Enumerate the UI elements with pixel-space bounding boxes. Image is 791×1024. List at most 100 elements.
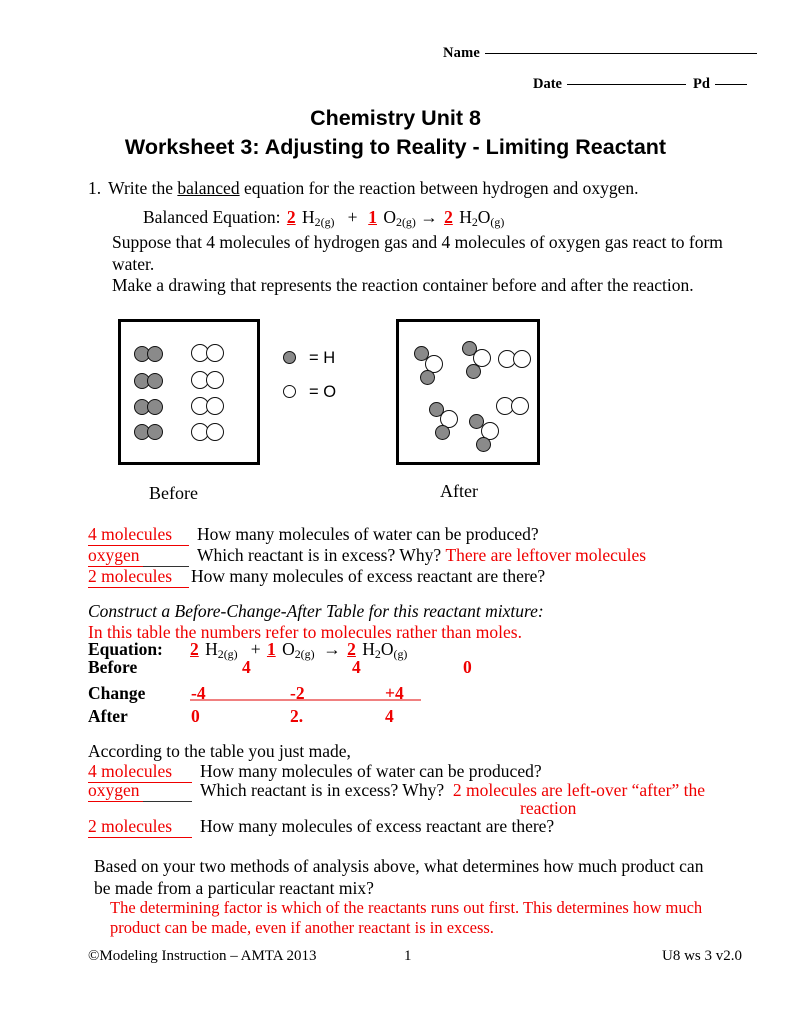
plus-sign: + (347, 207, 358, 227)
footer-copyright: ©Modeling Instruction – AMTA 2013 (88, 948, 317, 964)
oxygen-atom (513, 350, 531, 368)
footer-document-id: U8 ws 3 v2.0 (662, 948, 743, 964)
reaction-arrow: → (420, 207, 438, 227)
bca-row-before: Before 4 4 0 (88, 657, 728, 679)
table-answer-row-2: oxygen Which reactant is in excess? Why? … (88, 780, 705, 802)
before-reaction-container (118, 319, 260, 465)
bca-row-change: Change -4 -2 +4 (88, 683, 728, 705)
hydrogen-atom (420, 370, 435, 385)
hydrogen-atom (469, 414, 484, 429)
table-question-1: How many molecules of water can be produ… (200, 761, 542, 781)
coefficient-h2[interactable]: 2 (287, 207, 296, 227)
oxygen-atom (206, 344, 224, 362)
oxygen-atom (206, 423, 224, 441)
oxygen-atom (206, 371, 224, 389)
bca-before-o2[interactable]: 4 (352, 657, 361, 678)
according-to-table-text: According to the table you just made, (88, 741, 351, 761)
hydrogen-atom (147, 346, 163, 362)
diagram-legend: = H = O (283, 348, 336, 416)
diagram-question-2: Which reactant is in excess? Why? (197, 545, 442, 565)
table-question-3: How many molecules of excess reactant ar… (200, 816, 555, 836)
bca-row-after: After 0 2. 4 (88, 706, 728, 728)
table-question-2: Which reactant is in excess? Why? (200, 780, 445, 800)
bca-before-h2[interactable]: 4 (242, 657, 251, 678)
suppose-paragraph: Suppose that 4 molecules of hydrogen gas… (112, 232, 723, 274)
oxygen-atom (511, 397, 529, 415)
diagram-answer-row-2: oxygen Which reactant is in excess? Why? … (88, 545, 646, 567)
balanced-equation-label: Balanced Equation: (143, 207, 281, 227)
oxygen-legend-icon (283, 385, 296, 398)
title-line-2: Worksheet 3: Adjusting to Reality - Limi… (124, 135, 667, 159)
coefficient-o2[interactable]: 1 (368, 207, 377, 227)
bca-after-o2[interactable]: 2. (290, 706, 303, 727)
hydrogen-atom (147, 373, 163, 389)
question-1-underlined-word: balanced (177, 178, 240, 198)
hydrogen-atom (462, 341, 477, 356)
hydrogen-atom (147, 424, 163, 440)
legend-oxygen-label: = O (309, 383, 337, 401)
oxygen-atom (206, 397, 224, 415)
bca-change-h2[interactable]: -4 (191, 683, 206, 704)
hydrogen-atom (429, 402, 444, 417)
formula-o2: O2(g) (383, 207, 416, 229)
legend-hydrogen-label: = H (309, 349, 336, 367)
bca-instruction: Construct a Before-Change-After Table fo… (88, 601, 544, 621)
diagram-question-1: How many molecules of water can be produ… (197, 524, 539, 544)
title-line-1: Chemistry Unit 8 (310, 106, 481, 130)
diagram-answer-extra-2[interactable]: There are leftover molecules (445, 545, 646, 565)
date-blank-line[interactable] (567, 84, 686, 85)
legend-row-hydrogen: = H (283, 348, 336, 382)
hydrogen-atom (147, 399, 163, 415)
after-reaction-container (396, 319, 540, 465)
final-question: Based on your two methods of analysis ab… (94, 856, 704, 898)
bca-after-h2o[interactable]: 4 (385, 706, 394, 727)
bca-change-o2[interactable]: -2 (290, 683, 305, 704)
bca-after-h2[interactable]: 0 (191, 706, 200, 727)
worksheet-page: Name Date Pd Chemistry Unit 8 Worksheet 3… (0, 0, 791, 1024)
table-answer-extra-2[interactable]: 2 molecules are left-over “after” the (453, 780, 705, 800)
question-1-number: 1. (88, 178, 102, 198)
bca-coefficient-h2[interactable]: 2 (190, 639, 199, 659)
after-box-label: After (440, 481, 478, 501)
question-1-text-after: equation for the reaction between hydrog… (239, 178, 639, 198)
diagram-answer-blank-3[interactable]: 2 molecules (88, 566, 189, 588)
table-answer-blank-3[interactable]: 2 molecules (88, 816, 192, 838)
name-blank-line[interactable] (485, 53, 758, 54)
date-label: Date (533, 76, 562, 92)
formula-h2o: H2O(g) (459, 207, 505, 229)
bca-coefficient-o2[interactable]: 1 (267, 639, 276, 659)
date-field-row: Date Pd (533, 76, 747, 93)
hydrogen-atom (435, 425, 450, 440)
legend-row-oxygen: = O (283, 382, 336, 416)
hydrogen-atom (466, 364, 481, 379)
bca-change-underline (190, 699, 421, 701)
bca-change-h2o[interactable]: +4 (385, 683, 404, 704)
footer-page-number: 1 (404, 948, 412, 964)
coefficient-h2o[interactable]: 2 (444, 207, 453, 227)
bca-coefficient-h2o[interactable]: 2 (347, 639, 356, 659)
question-1: 1. Write the balanced equation for the re… (88, 178, 639, 199)
final-answer[interactable]: The determining factor is which of the r… (110, 898, 722, 937)
formula-h2: H2(g) (302, 207, 335, 229)
make-drawing-paragraph: Make a drawing that represents the react… (112, 275, 694, 295)
name-label: Name (443, 45, 481, 61)
bca-before-h2o[interactable]: 0 (463, 657, 472, 678)
bca-label-change: Change (88, 683, 146, 703)
hydrogen-atom (476, 437, 491, 452)
table-answer-row-3: 2 molecules How many molecules of excess … (88, 816, 554, 838)
table-answer-blank-2[interactable]: oxygen (88, 780, 192, 802)
balanced-equation-row: Balanced Equation: 2 H2(g) + 1 O2(g) → 2… (143, 207, 504, 230)
pd-label: Pd (693, 76, 710, 92)
question-1-text-before: Write the (108, 178, 178, 198)
name-field-row: Name (443, 45, 758, 62)
diagram-answer-blank-1[interactable]: 4 molecules (88, 524, 189, 546)
pd-blank-line[interactable] (714, 84, 747, 85)
hydrogen-legend-icon (283, 351, 296, 364)
hydrogen-atom (414, 346, 429, 361)
bca-label-before: Before (88, 657, 138, 677)
before-box-label: Before (149, 483, 198, 503)
diagram-answer-blank-2[interactable]: oxygen (88, 545, 189, 567)
page-title: Chemistry Unit 8 Worksheet 3: Adjusting … (0, 104, 791, 162)
diagram-answer-row-1: 4 molecules How many molecules of water c… (88, 524, 539, 546)
diagram-question-3: How many molecules of excess reactant ar… (191, 566, 546, 586)
